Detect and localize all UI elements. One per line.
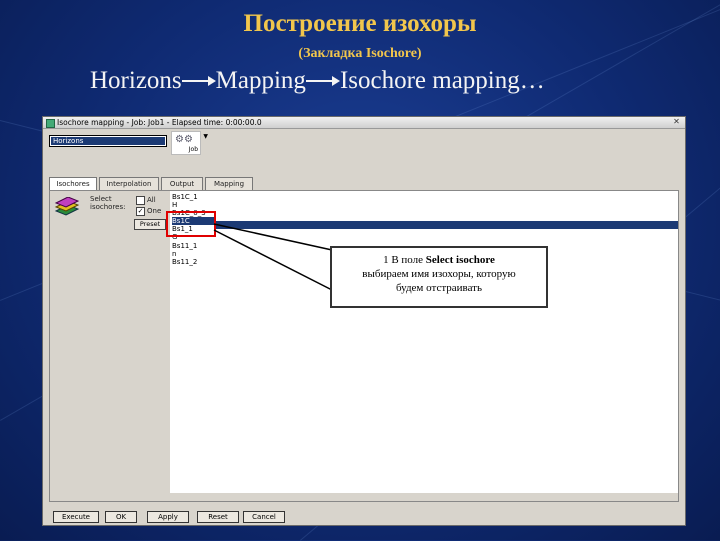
callout-text-1: В поле — [391, 254, 424, 266]
all-label: All — [147, 196, 156, 204]
callout-bold: Select isochore — [425, 254, 495, 266]
list-item[interactable]: n — [172, 250, 216, 258]
horizons-field[interactable]: Horizons — [49, 135, 167, 147]
execute-button[interactable]: Execute — [53, 511, 99, 523]
isochores-panel: Select isochores: All ✓ One Preset Bs1C_… — [49, 190, 679, 502]
app-icon — [46, 119, 55, 128]
one-checkbox[interactable]: ✓ — [136, 207, 145, 216]
arrow-right-icon — [181, 74, 216, 88]
path-step-horizons: Horizons — [90, 67, 182, 95]
selection-highlight-box — [166, 211, 216, 237]
job-label: Job — [188, 146, 198, 153]
preset-button[interactable]: Preset — [134, 219, 166, 230]
reset-button[interactable]: Reset — [197, 511, 239, 523]
tab-interpolation[interactable]: Interpolation — [99, 177, 159, 190]
close-icon[interactable]: ✕ — [672, 117, 681, 126]
isochore-layers-icon — [54, 197, 80, 216]
isochore-list-area: Bs1C_1 H Bs1C_0_3 Bs1C Bs1_1 G Bs11_1 n … — [170, 191, 678, 493]
select-label: Select — [90, 195, 112, 203]
tab-isochores[interactable]: Isochores — [49, 177, 97, 191]
list-item[interactable]: Bs11_1 — [172, 242, 216, 250]
isochore-mapping-window: Isochore mapping - Job: Job1 - Elapsed t… — [42, 116, 686, 526]
chevron-down-icon[interactable]: ▼ — [203, 133, 208, 140]
one-label: One — [147, 207, 162, 215]
isochores-label: isochores: — [90, 203, 126, 211]
button-bar: Execute OK Apply Reset Cancel — [43, 507, 685, 525]
ok-button[interactable]: OK — [105, 511, 137, 523]
path-step-mapping: Mapping — [215, 67, 306, 95]
cancel-button[interactable]: Cancel — [243, 511, 285, 523]
selected-row-highlight — [216, 221, 678, 229]
list-item[interactable]: H — [172, 201, 216, 209]
callout-number: 1 — [383, 254, 389, 266]
list-item[interactable]: Bs1C_1 — [172, 193, 216, 201]
arrow-right-icon — [305, 74, 340, 88]
callout-line-1: 1 В поле Select isochore — [332, 253, 546, 267]
job-selector[interactable]: ⚙⚙ Job ▼ — [171, 131, 208, 155]
all-checkbox[interactable] — [136, 196, 145, 205]
slide-subtitle: (Закладка Isochore) — [298, 46, 422, 61]
window-titlebar[interactable]: Isochore mapping - Job: Job1 - Elapsed t… — [43, 117, 685, 129]
tab-mapping[interactable]: Mapping — [205, 177, 253, 190]
path-step-isochore-mapping: Isochore mapping… — [339, 67, 545, 95]
horizons-field-value: Horizons — [51, 137, 165, 145]
callout-note: 1 В поле Select isochore выбираем имя из… — [330, 246, 548, 308]
list-item[interactable]: Bs11_2 — [172, 258, 216, 266]
gears-icon: ⚙⚙ — [175, 134, 193, 145]
callout-line-3: будем отстраивать — [395, 282, 483, 294]
apply-button[interactable]: Apply — [147, 511, 189, 523]
slide-title: Построение изохоры — [243, 10, 477, 37]
tab-output[interactable]: Output — [161, 177, 203, 190]
window-title: Isochore mapping - Job: Job1 - Elapsed t… — [57, 118, 262, 127]
callout-line-2: выбираем имя изохоры, которую — [362, 268, 516, 280]
menu-path: Horizons Mapping Isochore mapping… — [90, 66, 545, 95]
